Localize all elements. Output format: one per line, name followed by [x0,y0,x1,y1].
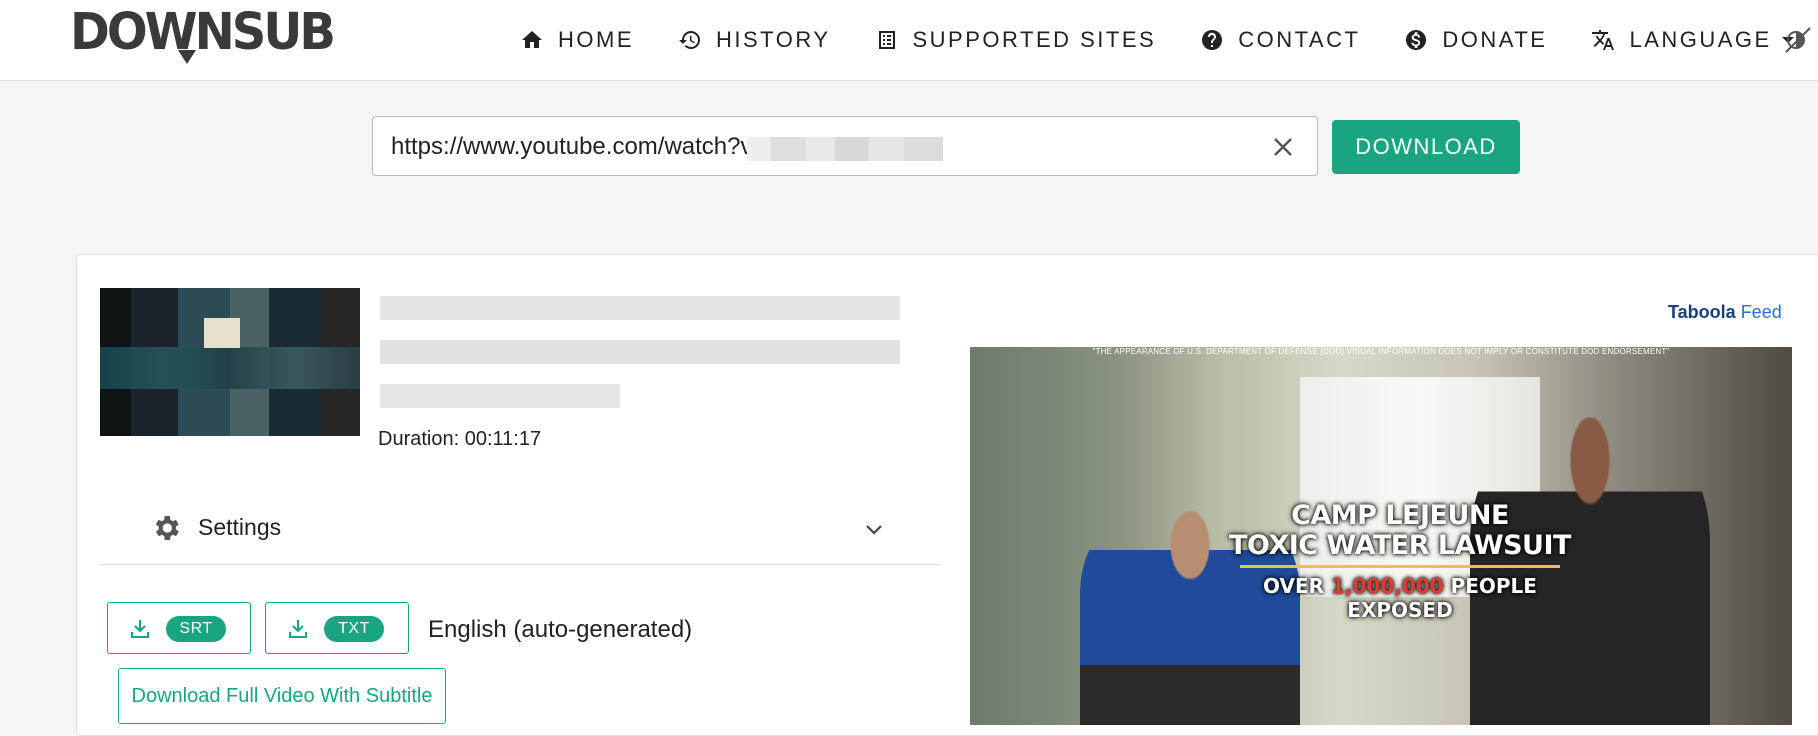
video-thumbnail [100,288,360,436]
video-title-redacted-line-3 [380,384,620,408]
question-icon [1202,30,1223,50]
nav-language-label: LANGUAGE [1629,27,1772,52]
settings-label: Settings [198,514,282,540]
ad-headline-line-2: TOXIC WATER LAWSUIT [1229,530,1571,561]
ad-headline: CAMP LEJEUNE TOXIC WATER LAWSUIT OVER 1,… [1220,500,1580,623]
chevron-down-icon [866,525,882,535]
close-icon[interactable] [1271,135,1295,159]
ad-subline-number: 1,000,000 [1331,574,1444,598]
logo-text: DOWNSUB [70,2,336,62]
download-srt-button[interactable]: SRT [107,602,251,654]
txt-badge: TXT [324,616,384,642]
subtitle-language-label: English (auto-generated) [428,616,693,643]
nav-supported-sites[interactable]: SUPPORTED SITES [875,27,1157,53]
srt-badge: SRT [166,616,226,642]
download-icon [289,620,307,638]
settings-accordion[interactable]: Settings [100,502,940,565]
list-icon [878,31,895,49]
site-logo[interactable]: DOWNSUB [70,2,336,68]
taboola-feed-text: Feed [1740,302,1782,322]
download-icon [131,620,149,638]
dollar-icon [1406,30,1427,50]
nav-contact-label: CONTACT [1238,27,1361,52]
download-txt-button[interactable]: TXT [265,602,409,654]
video-duration: Duration: 00:11:17 [378,428,542,450]
theme-toggle-icon[interactable] [1782,24,1814,56]
top-navbar: DOWNSUB HOME HISTORY SUPPORTED SITES CON… [0,0,1818,81]
url-redacted-portion [747,137,943,161]
video-title-redacted-line-1 [380,296,900,320]
ad-subline-prefix: OVER [1263,574,1331,598]
nav-home-label: HOME [558,27,634,52]
ad-subline: OVER 1,000,000 PEOPLE EXPOSED [1220,574,1580,622]
taboola-brand: Taboola [1668,302,1736,322]
nav-home[interactable]: HOME [520,27,634,53]
ad-disclaimer-text: "THE APPEARANCE OF U.S. DEPARTMENT OF DE… [1092,347,1670,356]
ad-headline-line-1: CAMP LEJEUNE [1291,500,1509,531]
nav-donate-label: DONATE [1442,27,1548,52]
nav-supported-sites-label: SUPPORTED SITES [912,27,1157,52]
main-nav: HOME HISTORY SUPPORTED SITES CONTACT DON… [520,0,1818,80]
sponsored-ad-image[interactable]: "THE APPEARANCE OF U.S. DEPARTMENT OF DE… [970,347,1792,725]
history-icon [679,31,700,49]
ad-divider [1240,565,1560,568]
gear-icon [155,516,179,540]
nav-donate[interactable]: DONATE [1404,27,1547,53]
nav-language-dropdown[interactable]: LANGUAGE [1591,27,1794,53]
taboola-feed-label[interactable]: Taboola Feed [1668,302,1782,323]
nav-contact[interactable]: CONTACT [1200,27,1360,53]
nav-history[interactable]: HISTORY [678,27,831,53]
nav-history-label: HISTORY [716,27,831,52]
download-full-video-button[interactable]: Download Full Video With Subtitle [118,668,446,724]
video-title-redacted-line-2 [380,340,900,364]
translate-icon [1592,30,1615,50]
logo-arrow-icon [178,50,196,64]
home-icon [522,31,542,48]
url-search-box [372,116,1318,177]
download-button[interactable]: DOWNLOAD [1332,120,1520,174]
